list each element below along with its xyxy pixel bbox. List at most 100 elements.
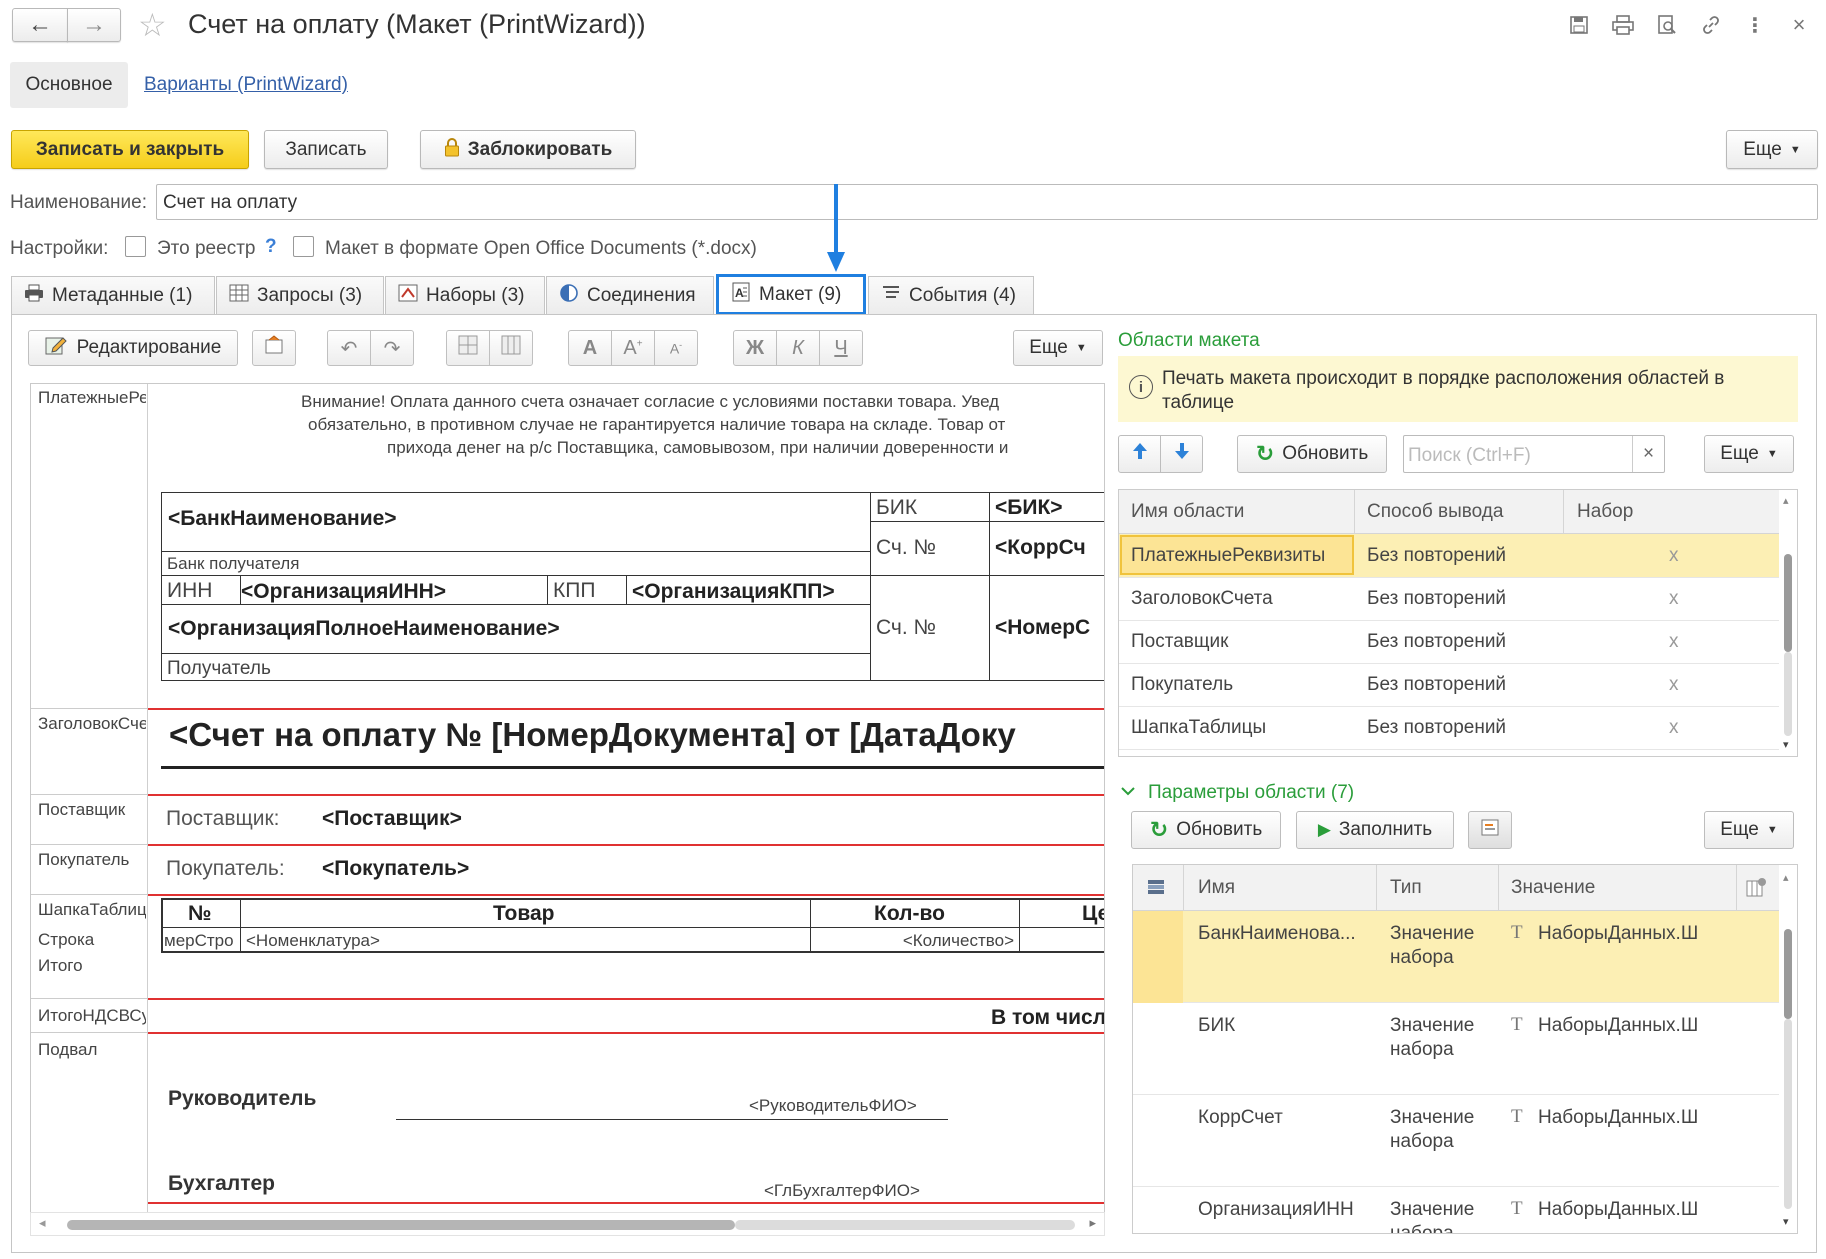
inn-value-cell[interactable]: <ОрганизацияИНН> <box>240 575 548 605</box>
docx-checkbox[interactable] <box>293 236 314 258</box>
params-more-button[interactable]: Еще ▼ <box>1704 811 1794 849</box>
bik-label-cell[interactable]: БИК <box>870 492 990 522</box>
editor-more-button[interactable]: Еще ▼ <box>1013 330 1103 366</box>
merge-cells-button[interactable] <box>446 330 490 366</box>
tab-layout[interactable]: A Макет (9) <box>716 274 866 315</box>
print-icon[interactable] <box>1610 12 1636 38</box>
table-row[interactable]: ШапкаТаблицы Без повторений x <box>1119 707 1779 750</box>
save-icon[interactable] <box>1566 12 1592 38</box>
tab-metadata[interactable]: Метаданные (1) <box>11 276 215 315</box>
recipient-cell[interactable]: Получатель <box>161 653 871 681</box>
nav-main[interactable]: Основное <box>10 62 128 108</box>
params-vertical-scrollbar[interactable]: ▴ ▾ <box>1779 865 1797 1233</box>
more-button[interactable]: Еще ▼ <box>1726 130 1818 169</box>
nav-variants-link[interactable]: Варианты (PrintWizard) <box>144 74 348 96</box>
bank-name-cell[interactable]: <БанкНаименование> <box>161 492 871 552</box>
areas-refresh-button[interactable]: ↻ Обновить <box>1237 435 1387 473</box>
move-up-button[interactable] <box>1118 435 1161 473</box>
params-col-value[interactable]: Значение <box>1511 877 1595 899</box>
move-down-button[interactable] <box>1160 435 1203 473</box>
account-label-cell[interactable]: Сч. № <box>870 575 990 681</box>
italic-button[interactable]: К <box>776 330 820 366</box>
preview-icon[interactable] <box>1654 12 1680 38</box>
buyer-value[interactable]: <Покупатель> <box>322 857 469 881</box>
tab-events[interactable]: События (4) <box>868 276 1034 315</box>
accountant-fio[interactable]: <ГлБухгалтерФИО> <box>764 1181 920 1201</box>
properties-button[interactable] <box>252 330 296 366</box>
vat-total-label[interactable]: В том числ <box>991 1006 1104 1030</box>
column-settings-icon[interactable] <box>1745 877 1767 905</box>
areas-vertical-scrollbar[interactable]: ▴ ▾ <box>1779 490 1797 756</box>
params-collapse-icon[interactable] <box>1120 782 1136 802</box>
kpp-value-cell[interactable]: <ОрганизацияКПП> <box>626 575 871 605</box>
table-row[interactable]: ЗаголовокСчета Без повторений x <box>1119 578 1779 621</box>
params-col-type[interactable]: Тип <box>1390 877 1422 899</box>
account-value-cell[interactable]: <НомерС <box>989 575 1104 681</box>
fill-button[interactable]: ▶ Заполнить <box>1296 811 1454 849</box>
close-icon[interactable]: × <box>1786 12 1812 38</box>
tab-queries[interactable]: Запросы (3) <box>216 276 384 315</box>
font-increase-button[interactable]: A+ <box>611 330 655 366</box>
inn-label-cell[interactable]: ИНН <box>161 575 241 605</box>
scrollbar-thumb[interactable] <box>1784 929 1792 1019</box>
goods-row-goods[interactable]: <Номенклатура> <box>240 927 811 953</box>
supplier-value[interactable]: <Поставщик> <box>322 807 462 831</box>
areas-more-button[interactable]: Еще ▼ <box>1704 435 1794 473</box>
scroll-left-icon[interactable]: ◂ <box>39 1215 46 1231</box>
params-settings-button[interactable] <box>1468 811 1512 849</box>
goods-row-num[interactable]: мерСтро <box>161 927 241 953</box>
areas-table[interactable]: Имя области Способ вывода Набор Платежны… <box>1118 489 1798 757</box>
table-row[interactable]: Поставщик Без повторений x <box>1119 621 1779 664</box>
table-row[interactable]: БИК Значение набора T НаборыДанных.Ш <box>1133 1003 1779 1095</box>
sheet-scrollbar[interactable]: ◂ ▸ <box>30 1212 1105 1236</box>
bik-value-cell[interactable]: <БИК> <box>989 492 1104 522</box>
scroll-up-icon[interactable]: ▴ <box>1783 494 1789 507</box>
bank-caption-cell[interactable]: Банк получателя <box>161 551 871 576</box>
underline-button[interactable]: Ч <box>819 330 863 366</box>
org-full-cell[interactable]: <ОрганизацияПолноеНаименование> <box>161 604 871 654</box>
name-input[interactable]: Счет на оплату <box>156 184 1818 220</box>
scroll-down-icon[interactable]: ▾ <box>1783 1215 1789 1228</box>
tab-joins[interactable]: Соединения <box>546 276 714 315</box>
scrollbar-thumb[interactable] <box>1784 554 1792 652</box>
link-icon[interactable] <box>1698 12 1724 38</box>
areas-search-input[interactable]: Поиск (Ctrl+F) × <box>1403 435 1665 473</box>
table-row[interactable]: БанкНаименова... Значение набора T Набор… <box>1133 911 1779 1003</box>
tab-datasets[interactable]: Наборы (3) <box>385 276 545 315</box>
corr-value-cell[interactable]: <КоррСч <box>989 521 1104 576</box>
font-decrease-button[interactable]: A- <box>654 330 698 366</box>
lock-button[interactable]: Заблокировать <box>420 130 636 169</box>
kpp-label-cell[interactable]: КПП <box>547 575 627 605</box>
table-row[interactable]: ОрганизацияИНН Значение набора T НаборыД… <box>1133 1187 1779 1233</box>
forward-button[interactable]: → <box>67 8 121 42</box>
more-vertical-icon[interactable]: ⋮ <box>1742 12 1768 38</box>
params-table[interactable]: Имя Тип Значение БанкНаименова... Значен… <box>1132 864 1798 1234</box>
scroll-right-icon[interactable]: ▸ <box>1089 1215 1096 1231</box>
scroll-down-icon[interactable]: ▾ <box>1783 738 1789 751</box>
layout-sheet[interactable]: ПлатежныеРеквизиты ЗаголовокСчета Постав… <box>30 383 1105 1213</box>
redo-button[interactable]: ↷ <box>370 330 414 366</box>
back-button[interactable]: ← <box>12 8 68 42</box>
scroll-up-icon[interactable]: ▴ <box>1783 871 1789 884</box>
params-panel-title[interactable]: Параметры области (7) <box>1148 782 1354 804</box>
row-settings-icon[interactable] <box>1145 876 1167 904</box>
goods-header-qty[interactable]: Кол-во <box>810 898 1020 928</box>
corr-label-cell[interactable]: Сч. № <box>870 521 990 576</box>
goods-header-num[interactable]: № <box>161 898 241 928</box>
save-button[interactable]: Записать <box>264 130 388 169</box>
star-icon[interactable]: ☆ <box>138 6 167 44</box>
font-button[interactable]: A <box>568 330 612 366</box>
help-icon[interactable]: ? <box>265 236 277 258</box>
director-fio[interactable]: <РуководительФИО> <box>749 1096 917 1116</box>
scrollbar-thumb[interactable] <box>67 1220 735 1230</box>
bold-button[interactable]: Ж <box>733 330 777 366</box>
goods-header-goods[interactable]: Товар <box>240 898 811 928</box>
clear-search-icon[interactable]: × <box>1632 436 1664 472</box>
goods-row-qty[interactable]: <Количество> <box>810 927 1020 953</box>
split-cells-button[interactable] <box>489 330 533 366</box>
invoice-title[interactable]: <Счет на оплату № [НомерДокумента] от [Д… <box>169 716 1016 754</box>
table-row[interactable]: ПлатежныеРеквизиты Без повторений x <box>1119 534 1779 578</box>
goods-row-price[interactable] <box>1019 927 1104 953</box>
undo-button[interactable]: ↶ <box>327 330 371 366</box>
params-col-name[interactable]: Имя <box>1198 877 1235 899</box>
